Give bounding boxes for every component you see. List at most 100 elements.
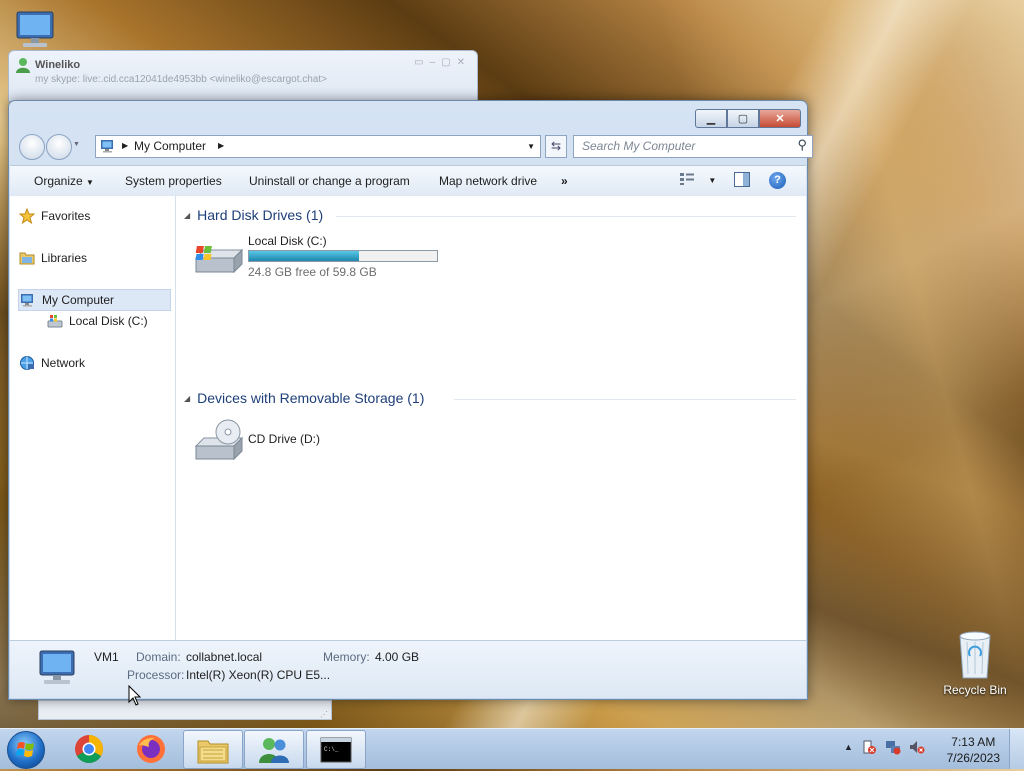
- minimize-button[interactable]: ▁: [695, 109, 727, 128]
- nav-label-network: Network: [41, 356, 86, 370]
- drive-c-usage-fill: [249, 251, 359, 261]
- taskbar: C:\_ ▲ 7:13 AM 7/26/2023: [0, 728, 1024, 769]
- cmd-icon: C:\_: [320, 737, 352, 762]
- close-button[interactable]: ✕: [759, 109, 801, 128]
- drive-c-item[interactable]: Local Disk (C:) 24.8 GB free of 59.8 GB: [194, 232, 454, 279]
- start-button[interactable]: [7, 731, 45, 769]
- chat-input-area[interactable]: ⋰: [38, 700, 332, 720]
- star-icon: [18, 208, 35, 224]
- content-pane: ◢ Hard Disk Drives (1) Local Disk (C:) 2…: [176, 196, 806, 641]
- recent-pages-chevron-icon[interactable]: ▼: [73, 141, 80, 148]
- breadcrumb-separator-icon[interactable]: ▶: [122, 141, 128, 150]
- group-hard-disk-drives[interactable]: ◢ Hard Disk Drives (1): [184, 207, 323, 223]
- breadcrumb-separator-icon[interactable]: ▶: [218, 141, 224, 150]
- refresh-button[interactable]: ⇆: [545, 135, 567, 158]
- chat-contact-name: Wineliko: [35, 59, 81, 71]
- clock[interactable]: 7:13 AM 7/26/2023: [947, 734, 1000, 766]
- computer-large-icon: [39, 650, 75, 684]
- drive-d-item[interactable]: CD Drive (D:): [194, 416, 354, 462]
- minimize-icon: ▁: [706, 113, 716, 125]
- show-hidden-icons-icon[interactable]: ▲: [844, 742, 853, 752]
- explorer-icon: [197, 740, 229, 763]
- system-properties-button[interactable]: System properties: [125, 174, 222, 188]
- nav-label-favorites: Favorites: [41, 209, 91, 223]
- more-commands-button[interactable]: »: [561, 174, 568, 188]
- recycle-bin[interactable]: Recycle Bin: [940, 628, 1010, 697]
- nav-item-local-disk[interactable]: Local Disk (C:): [46, 311, 148, 331]
- network-status-icon[interactable]: [885, 739, 901, 755]
- computer-icon: [19, 292, 36, 308]
- preview-pane-button[interactable]: [734, 172, 750, 190]
- chrome-icon: [75, 734, 103, 763]
- nav-item-libraries[interactable]: Libraries: [18, 248, 87, 268]
- address-dropdown-icon[interactable]: ▼: [527, 142, 535, 151]
- nav-label-my-computer: My Computer: [42, 293, 115, 307]
- organize-button[interactable]: Organize ▼: [34, 174, 94, 188]
- nav-item-network[interactable]: Network: [18, 353, 85, 373]
- explorer-window[interactable]: ▁ ▢ ✕ ▼ ▶ My Computer ▶ ▼ ⇆ Search My Co…: [8, 100, 813, 700]
- processor-label: Processor:: [127, 668, 185, 682]
- volume-muted-icon[interactable]: [909, 739, 925, 755]
- monitor-icon: [16, 11, 54, 47]
- nav-item-favorites[interactable]: Favorites: [18, 206, 90, 226]
- taskbar-chrome[interactable]: [60, 730, 118, 767]
- change-view-button[interactable]: ▼: [679, 172, 716, 189]
- clock-time: 7:13 AM: [951, 735, 996, 749]
- taskbar-command-prompt[interactable]: C:\_: [306, 730, 366, 769]
- map-network-drive-button[interactable]: Map network drive: [439, 174, 537, 188]
- collapse-icon[interactable]: ◢: [184, 394, 190, 403]
- search-icon[interactable]: ⚲: [797, 137, 807, 153]
- recycle-bin-label: Recycle Bin: [943, 683, 1007, 697]
- windows-logo-icon: [16, 742, 34, 757]
- group-divider: [454, 399, 796, 400]
- group-removable-storage[interactable]: ◢ Devices with Removable Storage (1): [184, 390, 424, 406]
- memory-value: 4.00 GB: [375, 650, 420, 664]
- window-controls: ▁ ▢ ✕: [695, 109, 801, 128]
- group-title-hard-disk: Hard Disk Drives (1): [197, 207, 324, 223]
- messenger-user-icon: [16, 58, 30, 73]
- view-icon: [680, 173, 694, 185]
- drive-d-name: CD Drive (D:): [248, 432, 320, 446]
- cd-drive-icon: [194, 419, 244, 461]
- processor-value: Intel(R) Xeon(R) CPU E5...: [186, 668, 331, 682]
- preview-pane-icon: [734, 172, 750, 187]
- back-button[interactable]: [19, 134, 45, 160]
- chevron-down-icon: ▼: [708, 176, 717, 185]
- action-center-icon[interactable]: [861, 739, 877, 755]
- domain-value: collabnet.local: [186, 650, 263, 664]
- collapse-icon[interactable]: ◢: [184, 211, 190, 220]
- chat-window-controls[interactable]: ▭–▢✕: [414, 57, 471, 68]
- help-button[interactable]: ?: [769, 172, 786, 189]
- nav-label-local-disk: Local Disk (C:): [69, 314, 148, 328]
- taskbar-explorer[interactable]: [183, 730, 243, 769]
- system-tray: ▲: [844, 739, 925, 755]
- resize-grip-icon[interactable]: ⋰: [320, 710, 328, 719]
- taskbar-firefox[interactable]: [122, 730, 180, 767]
- uninstall-program-button[interactable]: Uninstall or change a program: [249, 174, 410, 188]
- nav-item-my-computer[interactable]: My Computer: [18, 289, 171, 311]
- maximize-button[interactable]: ▢: [727, 109, 759, 128]
- drive-c-name: Local Disk (C:): [248, 234, 327, 248]
- show-desktop-button[interactable]: [1009, 729, 1024, 769]
- messenger-icon: [259, 737, 289, 763]
- group-divider: [336, 216, 796, 217]
- navigation-pane: Favorites Libraries My Computer Local Di…: [10, 196, 176, 641]
- taskbar-messenger[interactable]: [244, 730, 304, 769]
- maximize-icon: ▢: [737, 113, 749, 125]
- memory-label: Memory:: [323, 650, 370, 664]
- chat-window[interactable]: Wineliko my skype: live:.cid.cca12041de4…: [8, 50, 478, 102]
- forward-button[interactable]: [46, 134, 72, 160]
- command-bar: Organize ▼ System properties Uninstall o…: [10, 165, 806, 197]
- search-input[interactable]: Search My Computer ⚲: [573, 135, 813, 158]
- computer-desktop-icon[interactable]: [14, 10, 58, 55]
- drive-c-usage-bar: [248, 250, 438, 262]
- navigation-bar: ▼ ▶ My Computer ▶ ▼ ⇆ Search My Computer…: [17, 133, 813, 160]
- search-placeholder: Search My Computer: [582, 139, 696, 153]
- close-icon: ✕: [775, 113, 785, 125]
- address-bar[interactable]: ▶ My Computer ▶ ▼: [95, 135, 541, 158]
- domain-label: Domain:: [136, 650, 181, 664]
- computer-name: VM1: [94, 650, 119, 664]
- svg-text:C:\_: C:\_: [324, 746, 339, 753]
- breadcrumb-my-computer[interactable]: My Computer: [134, 139, 206, 153]
- clock-date: 7/26/2023: [946, 751, 1000, 765]
